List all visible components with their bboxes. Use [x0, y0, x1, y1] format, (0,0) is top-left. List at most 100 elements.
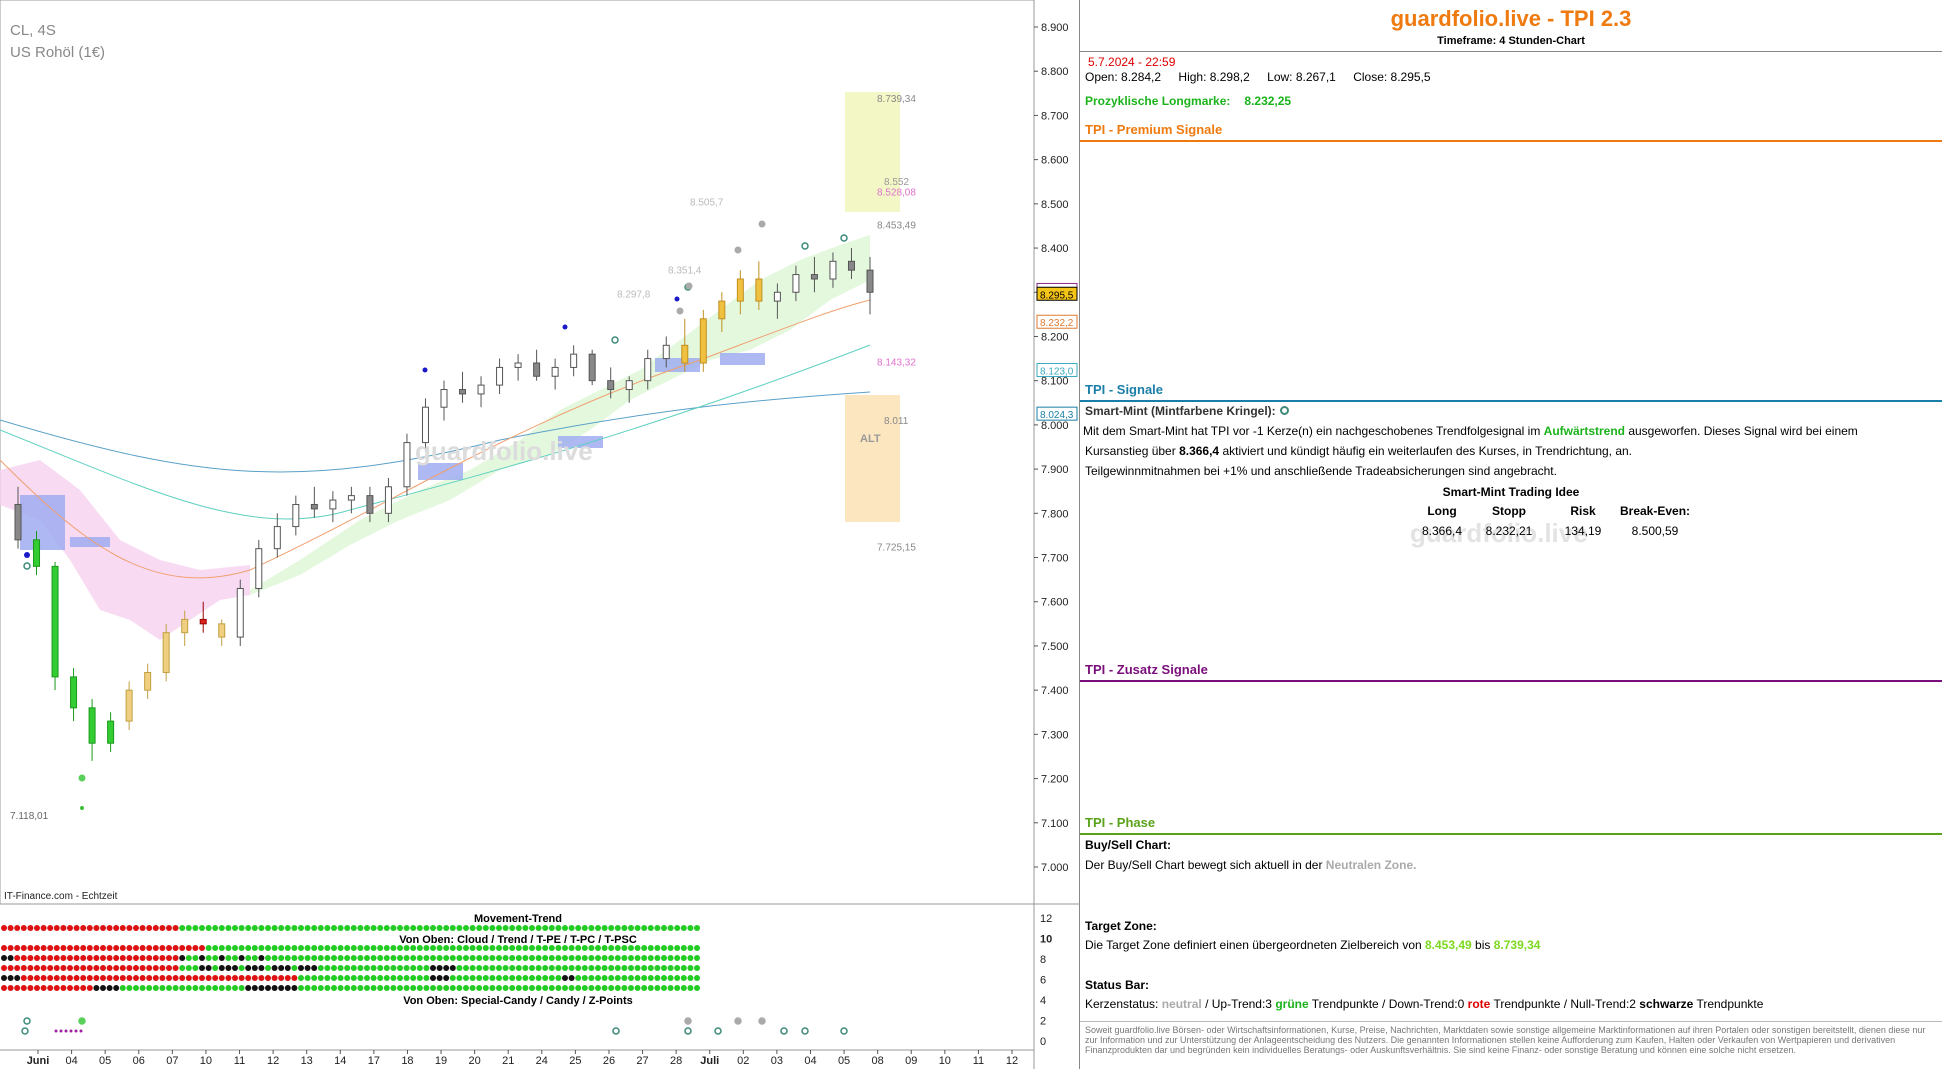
indicator-dot	[430, 955, 436, 961]
candle-body	[347, 495, 355, 501]
x-tick-label: 04	[65, 1055, 77, 1067]
price-chart[interactable]: ALT 8.9008.8008.7008.6008.5008.4008.3008…	[0, 0, 1080, 1069]
indicator-dot	[370, 975, 377, 981]
indicator-dot	[410, 955, 417, 961]
indicator-dot	[641, 945, 648, 951]
trading-idea-title: Smart-Mint Trading Idee	[1442, 485, 1580, 499]
zusatz-divider	[1080, 680, 1942, 682]
indicator-dot	[588, 985, 595, 991]
indicator-dot	[1, 945, 7, 951]
symbol-title: CL, 4S	[10, 22, 56, 39]
indicator-dot	[608, 965, 615, 971]
indicator-dot	[93, 955, 100, 961]
value-breakeven: 8.500,59	[1631, 524, 1679, 538]
indicator-dot	[601, 985, 608, 991]
x-tick-label: 28	[670, 1055, 682, 1067]
long-mark: Prozyklische Longmarke: 8.232,25	[1085, 94, 1291, 108]
indicator-dot	[529, 955, 535, 961]
indicator-dot	[529, 975, 535, 981]
indicator-dot	[73, 965, 80, 971]
indicator-dot	[60, 985, 67, 991]
indicator-dot	[119, 945, 126, 951]
indicator-dot	[548, 975, 555, 981]
indicator-dot	[258, 945, 265, 951]
candy-dot	[685, 282, 693, 290]
indicator-dot	[535, 975, 542, 981]
indicator-dot	[515, 975, 522, 981]
indicator-dot	[40, 955, 47, 961]
indicator-dot	[146, 925, 153, 931]
indicator-dot	[680, 925, 687, 931]
indicator-dot	[119, 965, 126, 971]
col-header-breakeven: Break-Even:	[1619, 504, 1691, 518]
x-tick-label: 14	[334, 1055, 346, 1067]
y-tick-label: 8.900	[1041, 22, 1069, 34]
indicator-dot	[535, 925, 542, 931]
indicator-dot	[271, 925, 278, 931]
indicator-dot	[496, 945, 502, 951]
indicator-dot	[278, 965, 285, 971]
indicator-dot	[542, 955, 549, 961]
indicator-dot	[489, 925, 496, 931]
indicator-dot	[522, 945, 529, 951]
indicator-dot	[232, 985, 238, 991]
indicator-dot	[113, 985, 120, 991]
candle-body	[496, 366, 504, 386]
indicator-dot	[608, 955, 615, 961]
indicator-dot	[238, 985, 245, 991]
indicator-dot	[443, 985, 450, 991]
indicator-y-label: 0	[1040, 1036, 1046, 1048]
indicator-dot	[331, 985, 337, 991]
z-point-dot	[840, 1027, 848, 1035]
indicator-dot	[502, 985, 509, 991]
indicator-dot	[119, 975, 126, 981]
indicator-dot	[390, 955, 397, 961]
gap-box	[70, 537, 110, 547]
indicator-dot	[218, 965, 225, 971]
col-header-risk: Risk	[1570, 504, 1596, 518]
indicator-dot	[687, 955, 694, 961]
indicator-dot	[192, 975, 199, 981]
indicator-dot	[344, 985, 351, 991]
indicator-dot	[152, 975, 159, 981]
indicator-dot	[67, 975, 73, 981]
indicator-dot	[515, 945, 522, 951]
indicator-dot	[449, 955, 456, 961]
indicator-dot	[647, 955, 654, 961]
chart-watermark: guardfolio.live	[415, 436, 593, 466]
indicator-dot	[139, 965, 146, 971]
indicator-dot	[562, 945, 568, 951]
indicator-dot	[667, 975, 674, 981]
date-time: 5.7.2024 - 22:59	[1088, 55, 1176, 69]
indicator-dot	[185, 975, 192, 981]
indicator-dot	[284, 945, 291, 951]
price-level-label: 8.351,4	[668, 266, 702, 277]
indicator-dot	[608, 975, 615, 981]
indicator-dot	[410, 925, 417, 931]
indicator-dot	[218, 925, 225, 931]
indicator-dot	[555, 965, 562, 971]
indicator-dot	[364, 985, 370, 991]
indicator-dot	[166, 955, 172, 961]
x-tick-label: 02	[737, 1055, 749, 1067]
indicator-dot	[482, 955, 489, 961]
smart-mint-text-2: Kursanstieg über 8.366,4 aktiviert und k…	[1085, 444, 1632, 458]
indicator-dot	[621, 985, 628, 991]
mint-circle-icon	[1280, 406, 1289, 415]
indicator-dot	[27, 975, 34, 981]
indicator-dot	[661, 925, 667, 931]
signal-dot	[422, 367, 428, 373]
indicator-dot	[522, 965, 529, 971]
indicator-dot	[93, 985, 100, 991]
x-tick-label: 06	[133, 1055, 145, 1067]
indicator-dot	[265, 965, 271, 971]
indicator-dot	[680, 955, 687, 961]
indicator-y-label: 6	[1040, 975, 1046, 987]
indicator-dot	[469, 945, 476, 951]
indicator-dot	[581, 985, 588, 991]
candle-body	[755, 278, 763, 302]
indicator-dot	[331, 925, 337, 931]
indicator-dot	[179, 975, 186, 981]
x-tick-label: 04	[804, 1055, 816, 1067]
indicator-dot	[80, 985, 87, 991]
